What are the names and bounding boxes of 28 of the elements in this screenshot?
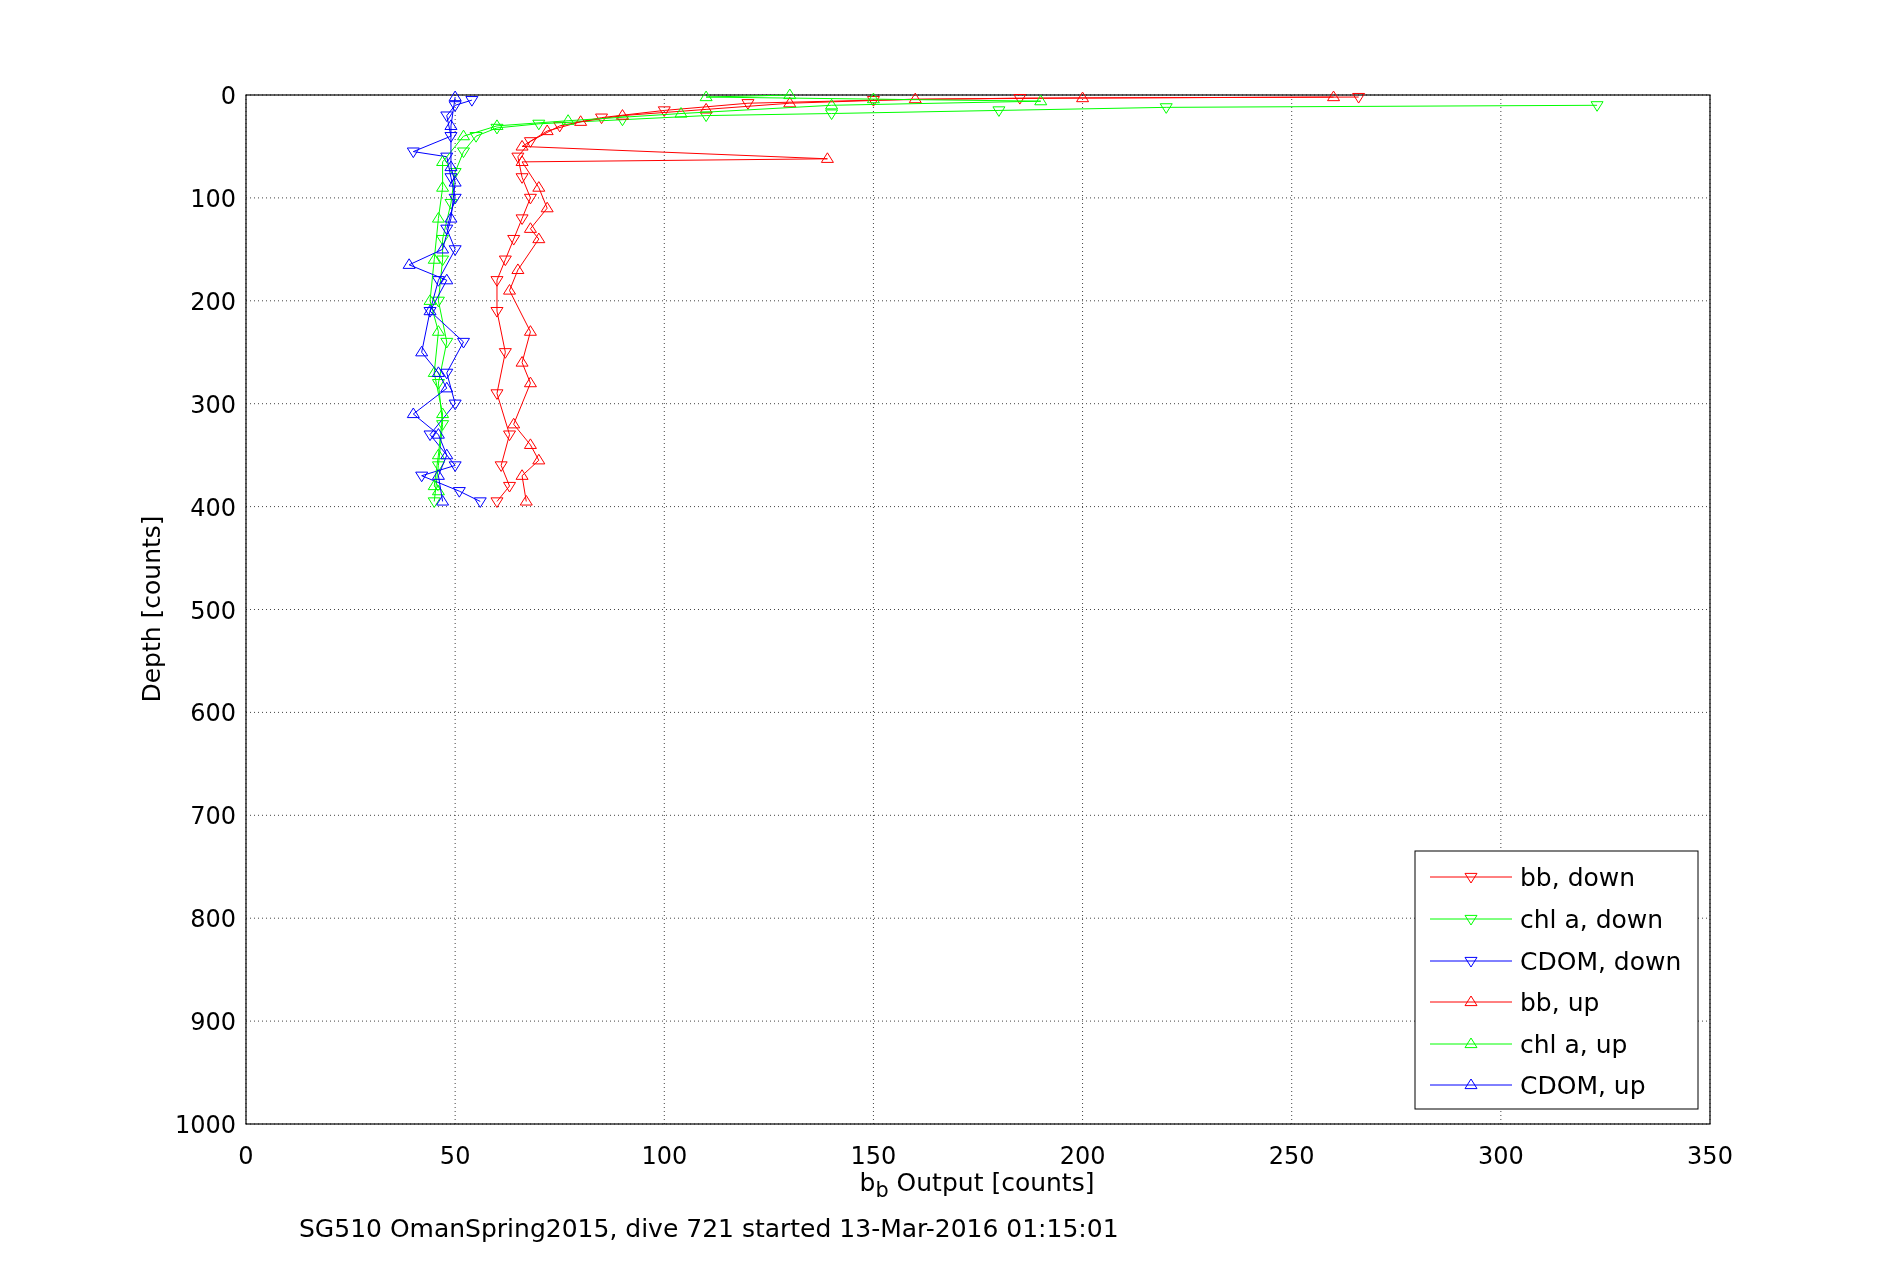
y-tick-label: 600 — [190, 699, 236, 728]
legend-label: chl a, down — [1520, 905, 1664, 934]
x-tick-label: 50 — [439, 1142, 471, 1170]
y-tick-label: 100 — [190, 184, 236, 213]
y-tick-label: 400 — [190, 493, 236, 522]
y-tick-label: 300 — [190, 390, 236, 419]
x-tick-label: 300 — [1477, 1142, 1524, 1170]
legend-label: CDOM, up — [1520, 1071, 1646, 1100]
legend-label: bb, up — [1520, 988, 1600, 1017]
y-tick-label: 0 — [220, 82, 236, 110]
legend-label: chl a, up — [1520, 1030, 1628, 1059]
x-tick-label: 150 — [850, 1142, 897, 1170]
y-axis-label: Depth [counts] — [136, 515, 166, 703]
x-axis-label: b$_{b}$ Output [counts] — [859, 1168, 1095, 1202]
x-tick-label: 0 — [238, 1142, 254, 1170]
x-tick-label: 350 — [1687, 1142, 1733, 1170]
y-tick-label: 800 — [190, 905, 236, 934]
x-tick-label: 200 — [1059, 1142, 1106, 1170]
y-tick-label: 200 — [190, 287, 236, 316]
x-tick-label: 250 — [1268, 1142, 1315, 1170]
legend-label: bb, down — [1520, 863, 1636, 892]
legend-label: CDOM, down — [1520, 947, 1682, 976]
x-tick-label: 100 — [641, 1142, 688, 1170]
y-tick-label: 900 — [190, 1008, 236, 1037]
y-tick-label: 700 — [190, 802, 236, 831]
y-tick-label: 1000 — [174, 1111, 236, 1139]
y-tick-label: 500 — [190, 596, 236, 625]
figure-caption: SG510 OmanSpring2015, dive 721 started 13-Mar-2016 01:15:01 — [299, 1214, 1119, 1243]
